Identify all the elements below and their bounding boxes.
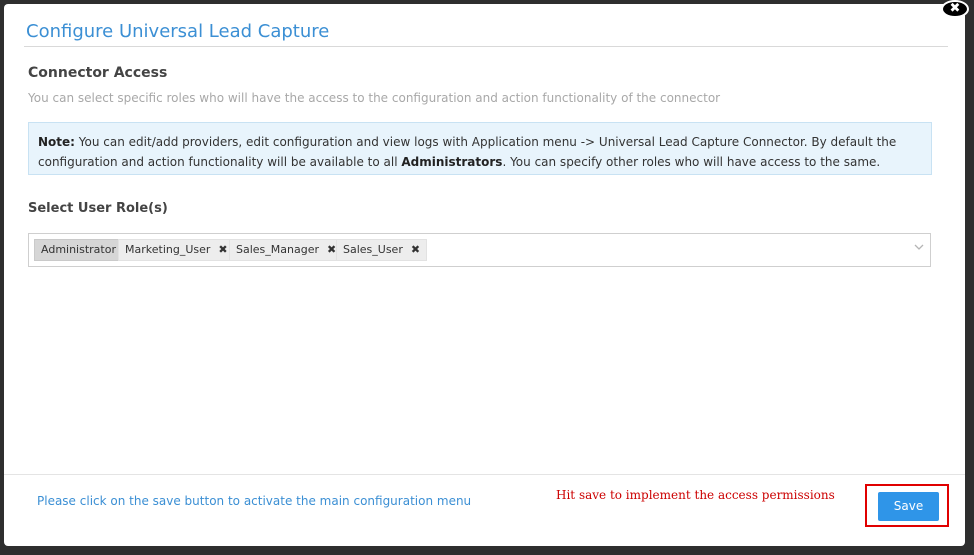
note-box: Note: You can edit/add providers, edit c… <box>28 122 932 175</box>
save-button[interactable]: Save <box>878 492 939 521</box>
roles-label: Select User Role(s) <box>28 201 168 216</box>
remove-tag-icon[interactable]: ✖ <box>327 240 336 260</box>
roles-multiselect[interactable]: Administrator Marketing_User ✖ Sales_Mana… <box>28 233 931 267</box>
role-tag-administrator: Administrator <box>34 239 123 261</box>
role-tag-marketing-user: Marketing_User ✖ <box>118 239 235 261</box>
role-tag-label: Marketing_User <box>125 243 211 256</box>
note-text-after: . You can specify other roles who will h… <box>502 155 881 169</box>
note-label: Note: <box>38 135 75 149</box>
section-heading: Connector Access <box>28 65 168 81</box>
role-tag-sales-user: Sales_User ✖ <box>336 239 428 261</box>
remove-tag-icon[interactable]: ✖ <box>411 240 420 260</box>
dialog-title: Configure Universal Lead Capture <box>26 21 330 42</box>
role-tag-label: Sales_Manager <box>236 243 319 256</box>
role-tag-label: Sales_User <box>343 243 403 256</box>
title-divider <box>24 46 948 47</box>
chevron-down-icon[interactable] <box>914 243 924 254</box>
configure-dialog: Configure Universal Lead Capture Connect… <box>4 4 965 546</box>
close-icon[interactable]: ✖ <box>941 0 969 18</box>
section-description: You can select specific roles who will h… <box>28 91 721 105</box>
remove-tag-icon[interactable]: ✖ <box>218 240 227 260</box>
annotation-text: Hit save to implement the access permiss… <box>556 488 835 502</box>
role-tag-sales-manager: Sales_Manager ✖ <box>229 239 344 261</box>
note-emphasis: Administrators <box>401 155 503 169</box>
role-tag-label: Administrator <box>41 243 116 256</box>
footer-info-text: Please click on the save button to activ… <box>37 494 472 508</box>
footer-divider <box>4 474 965 475</box>
